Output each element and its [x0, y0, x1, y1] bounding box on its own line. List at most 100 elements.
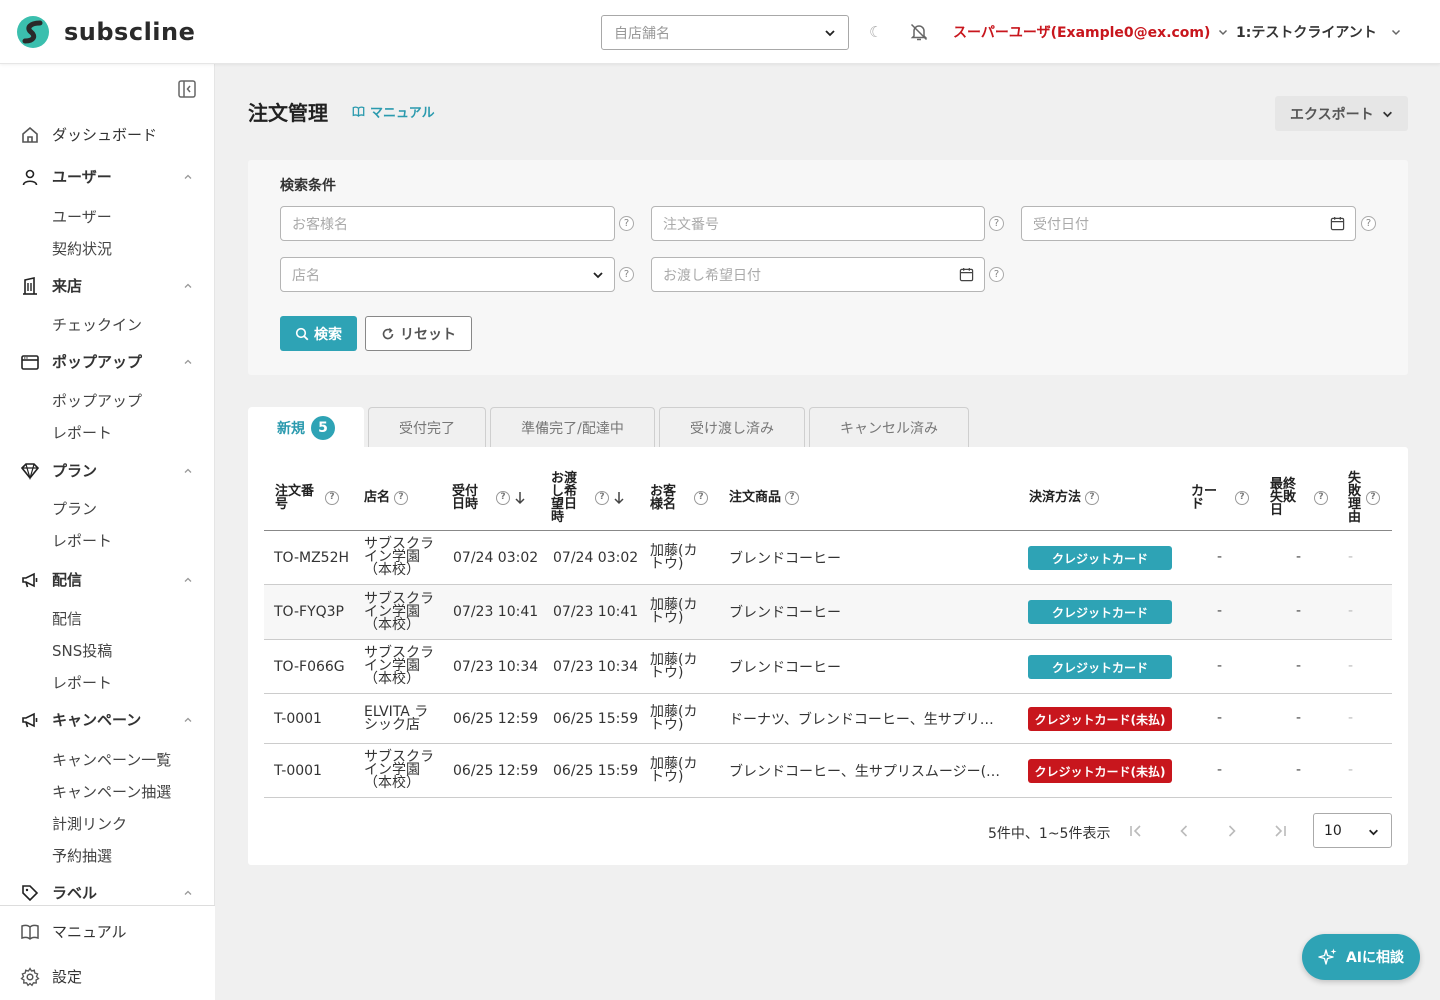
table-row[interactable]: TO-FYQ3P サブスクライン学園（本校） 07/23 10:41 07/23… — [264, 585, 1392, 640]
tab-received[interactable]: 受付完了 — [368, 407, 486, 448]
search-icon — [295, 327, 309, 340]
cell-fail-reason: - — [1348, 658, 1354, 674]
sidebar-item-reservation-lottery[interactable]: 予約抽選 — [52, 845, 112, 866]
export-button[interactable]: エクスポート — [1275, 96, 1408, 131]
sidebar-item-sns[interactable]: SNS投稿 — [52, 640, 112, 661]
sidebar-item-checkin[interactable]: チェックイン — [52, 314, 142, 335]
ai-consult-button[interactable]: AIに相談 — [1302, 934, 1420, 980]
column-header-fail-reason[interactable]: 失敗理由? — [1348, 465, 1393, 530]
table-row[interactable]: T-0001 ELVITA ラシック店 06/25 12:59 06/25 15… — [264, 694, 1392, 744]
help-icon[interactable]: ? — [619, 216, 634, 231]
chevron-up-icon — [184, 174, 192, 179]
help-icon[interactable]: ? — [595, 490, 609, 505]
per-page-select[interactable]: 10 — [1313, 813, 1392, 848]
column-header-items[interactable]: 注文商品? — [729, 465, 849, 530]
store-name-select[interactable]: 店名 — [280, 257, 615, 292]
sidebar-item-dashboard[interactable]: ダッシュボード — [20, 124, 195, 145]
sort-down-icon[interactable] — [613, 491, 625, 505]
help-icon[interactable]: ? — [1235, 490, 1249, 505]
sidebar-item-plan[interactable]: プラン — [52, 498, 97, 519]
cell-items: ドーナツ、ブレンドコーヒー、生サプリ… — [729, 711, 994, 728]
sidebar-item-popup[interactable]: ポップアップ — [52, 390, 142, 411]
sidebar-group-visit[interactable]: 来店 — [20, 275, 195, 296]
tab-ready[interactable]: 準備完了/配達中 — [490, 407, 655, 448]
column-header-store[interactable]: 店名? — [364, 465, 444, 530]
help-icon[interactable]: ? — [394, 490, 409, 505]
help-icon[interactable]: ? — [325, 490, 339, 505]
sidebar-item-users[interactable]: ユーザー — [52, 206, 112, 227]
sidebar-group-label: キャンペーン — [52, 711, 142, 729]
sidebar-group-popup[interactable]: ポップアップ — [20, 351, 195, 372]
prev-page-icon[interactable] — [1176, 823, 1192, 839]
reset-button[interactable]: リセット — [365, 316, 472, 351]
first-page-icon[interactable] — [1128, 823, 1144, 839]
search-button[interactable]: 検索 — [280, 316, 357, 351]
cell-order-no: T-0001 — [274, 762, 322, 779]
client-menu-label: 1:テストクライアント — [1236, 25, 1377, 41]
tab-cancelled[interactable]: キャンセル済み — [809, 407, 969, 448]
help-icon[interactable]: ? — [989, 216, 1004, 231]
column-header-payment[interactable]: 決済方法? — [1029, 465, 1149, 530]
tab-handed-over[interactable]: 受け渡し済み — [659, 407, 805, 448]
chevron-up-icon — [184, 577, 192, 582]
column-header-label: カード — [1191, 483, 1218, 512]
received-date-placeholder: 受付日付 — [1033, 216, 1089, 233]
table-row[interactable]: TO-F066G サブスクライン学園（本校） 07/23 10:34 07/23… — [264, 640, 1392, 694]
logo[interactable]: subscline — [16, 15, 195, 49]
cell-order-no: TO-FYQ3P — [274, 604, 344, 620]
cell-store: サブスクライン学園（本校） — [364, 590, 434, 633]
sidebar-group-campaign[interactable]: キャンペーン — [20, 709, 195, 730]
column-header-customer[interactable]: お客様名? — [650, 465, 720, 530]
order-number-input[interactable]: 注文番号 — [651, 206, 985, 241]
sidebar-group-delivery[interactable]: 配信 — [20, 569, 195, 590]
bell-off-icon[interactable] — [909, 22, 929, 42]
column-header-last-fail[interactable]: 最終失敗日? — [1270, 465, 1340, 530]
sidebar-item-settings[interactable]: 設定 — [20, 966, 195, 987]
sidebar-item-contracts[interactable]: 契約状況 — [52, 238, 112, 259]
column-header-handover[interactable]: お渡し希望日時? — [551, 465, 641, 530]
cell-handover: 06/25 15:59 — [553, 710, 639, 727]
sidebar-group-label[interactable]: ラベル — [20, 882, 195, 903]
help-icon[interactable]: ? — [989, 267, 1004, 282]
help-icon[interactable]: ? — [1366, 490, 1380, 505]
help-icon[interactable]: ? — [619, 267, 634, 282]
tab-new[interactable]: 新規 5 — [248, 407, 364, 449]
column-header-order-no[interactable]: 注文番号? — [275, 465, 355, 530]
column-header-card[interactable]: カード? — [1191, 465, 1261, 530]
building-icon — [23, 276, 37, 295]
moon-icon[interactable]: ☾ — [869, 23, 882, 41]
help-icon[interactable]: ? — [694, 490, 708, 505]
sidebar-item-tracking-link[interactable]: 計測リンク — [52, 813, 127, 834]
column-header-received[interactable]: 受付日時? — [452, 465, 542, 530]
sidebar-item-campaign-list[interactable]: キャンペーン一覧 — [52, 749, 171, 770]
next-page-icon[interactable] — [1224, 823, 1240, 839]
user-menu[interactable]: スーパーユーザ(Example0@ex.com) — [953, 22, 1228, 42]
sidebar-group-plan[interactable]: プラン — [20, 460, 195, 481]
sidebar-item-manual[interactable]: マニュアル — [20, 921, 195, 942]
received-date-input[interactable]: 受付日付 — [1021, 206, 1356, 241]
sidebar-group-user[interactable]: ユーザー — [20, 166, 195, 187]
chevron-down-icon — [1369, 829, 1378, 836]
help-icon[interactable]: ? — [1314, 490, 1328, 505]
manual-link[interactable]: マニュアル — [352, 102, 435, 121]
handover-date-input[interactable]: お渡し希望日付 — [651, 257, 985, 292]
customer-name-input[interactable]: お客様名 — [280, 206, 615, 241]
sidebar-item-delivery[interactable]: 配信 — [52, 608, 82, 629]
sidebar-collapse-icon[interactable] — [177, 79, 197, 99]
table-row[interactable]: T-0001 サブスクライン学園（本校） 06/25 12:59 06/25 1… — [264, 744, 1392, 798]
sort-down-icon[interactable] — [514, 491, 526, 505]
table-row[interactable]: TO-MZ52H サブスクライン学園（本校） 07/24 03:02 07/24… — [264, 531, 1392, 585]
chevron-up-icon — [184, 468, 192, 473]
help-icon[interactable]: ? — [496, 490, 510, 505]
sidebar-item-plan-report[interactable]: レポート — [52, 530, 112, 551]
client-menu[interactable]: 1:テストクライアント — [1236, 22, 1401, 42]
last-page-icon[interactable] — [1272, 823, 1288, 839]
payment-badge: クレジットカード — [1028, 600, 1172, 624]
sidebar-item-campaign-lottery[interactable]: キャンペーン抽選 — [52, 781, 171, 802]
help-icon[interactable]: ? — [785, 490, 800, 505]
sidebar-item-delivery-report[interactable]: レポート — [52, 672, 112, 693]
store-select[interactable]: 自店舗名 — [601, 15, 849, 50]
sidebar-item-popup-report[interactable]: レポート — [52, 422, 112, 443]
help-icon[interactable]: ? — [1085, 490, 1100, 505]
help-icon[interactable]: ? — [1361, 216, 1376, 231]
